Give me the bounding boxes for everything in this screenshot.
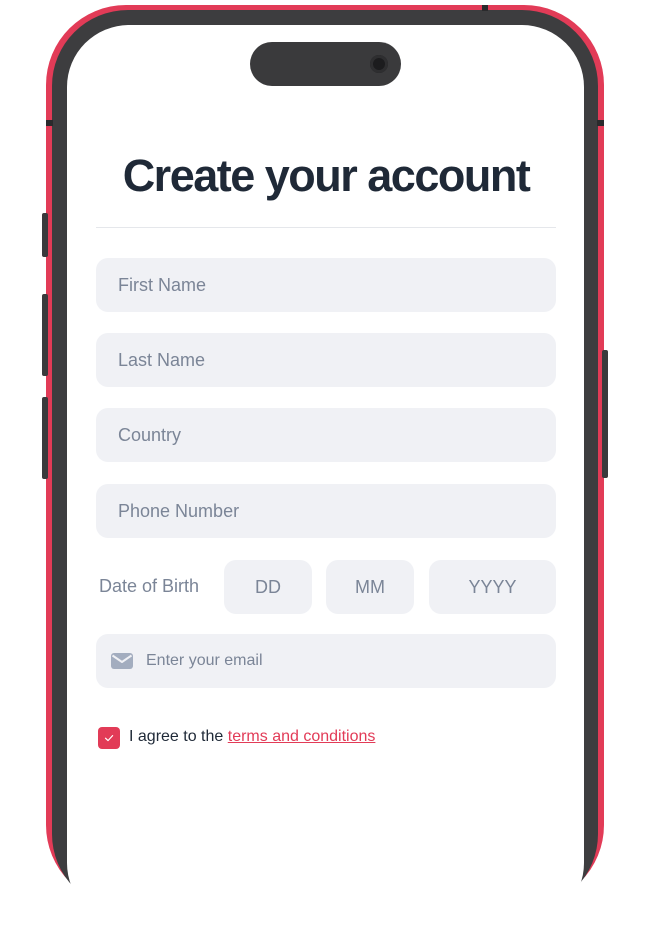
- action-button: [42, 213, 48, 257]
- first-name-field[interactable]: First Name: [96, 258, 556, 312]
- page-title: Create your account: [122, 150, 531, 201]
- antenna-band: [597, 120, 604, 126]
- agree-checkbox[interactable]: [98, 727, 120, 749]
- volume-down-button: [42, 397, 48, 479]
- dob-day-placeholder: DD: [255, 576, 281, 597]
- volume-up-button: [42, 294, 48, 376]
- checkmark-icon: [104, 735, 114, 742]
- country-placeholder: Country: [118, 424, 182, 445]
- phone-number-placeholder: Phone Number: [118, 500, 240, 521]
- email-field[interactable]: Enter your email: [96, 634, 556, 688]
- antenna-band: [46, 120, 53, 126]
- dob-month-placeholder: MM: [355, 576, 385, 597]
- antenna-band: [482, 5, 488, 11]
- power-button: [602, 350, 608, 478]
- date-of-birth-label: Date of Birth: [99, 576, 200, 596]
- terms-and-conditions-link[interactable]: terms and conditions: [228, 728, 376, 745]
- agree-text: I agree to the terms and conditions: [129, 728, 375, 746]
- title-divider: [96, 227, 556, 228]
- phone-number-field[interactable]: Phone Number: [96, 484, 556, 538]
- email-placeholder: Enter your email: [146, 652, 263, 669]
- last-name-field[interactable]: Last Name: [96, 333, 556, 387]
- first-name-placeholder: First Name: [118, 274, 207, 295]
- agree-label: I agree to the: [129, 728, 224, 745]
- dob-month-field[interactable]: MM: [326, 560, 414, 614]
- envelope-icon: [110, 649, 134, 673]
- dob-year-placeholder: YYYY: [468, 576, 517, 597]
- dynamic-island: [250, 42, 401, 86]
- last-name-placeholder: Last Name: [118, 349, 206, 370]
- country-field[interactable]: Country: [96, 408, 556, 462]
- dob-year-field[interactable]: YYYY: [429, 560, 556, 614]
- dob-day-field[interactable]: DD: [224, 560, 312, 614]
- front-camera-icon: [370, 55, 388, 73]
